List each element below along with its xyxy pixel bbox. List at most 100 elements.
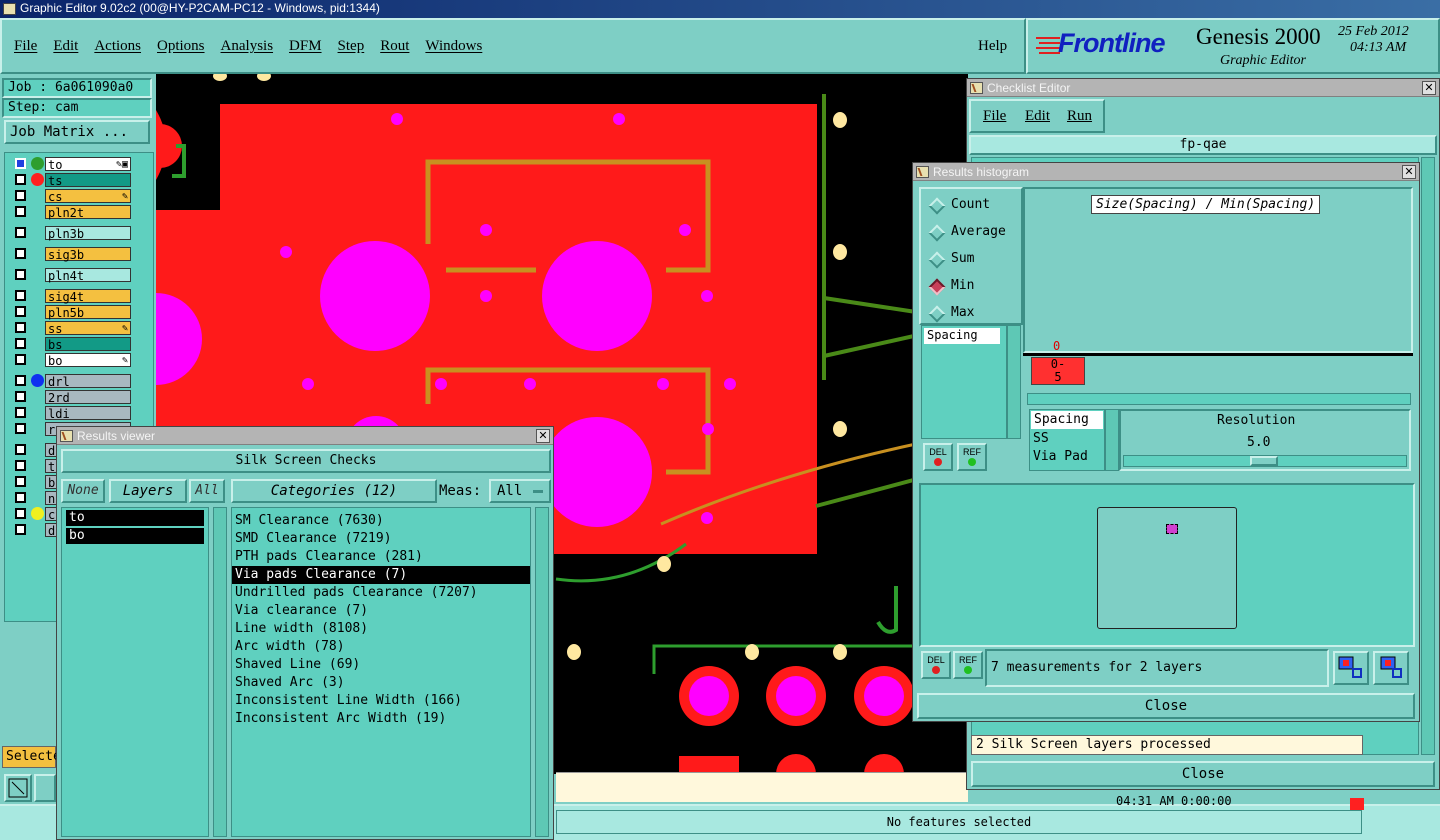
category-item[interactable]: Line width (8108)	[232, 620, 530, 638]
layer-checkbox[interactable]	[15, 227, 26, 238]
layer-name[interactable]: bo ✎	[45, 353, 131, 368]
layer-name[interactable]: ts	[45, 173, 131, 188]
snap-tool-button[interactable]	[4, 774, 32, 802]
layer-row-2rd[interactable]: 2rd	[13, 390, 131, 405]
job-matrix-button[interactable]: Job Matrix ...	[4, 120, 150, 144]
layer-item[interactable]: bo	[66, 528, 204, 544]
layer-checkbox[interactable]	[15, 476, 26, 487]
menu-file[interactable]: File	[14, 38, 37, 54]
mode-count[interactable]: Count	[928, 197, 1019, 215]
mode-sum[interactable]: Sum	[928, 251, 1019, 269]
layer-name[interactable]: to ✎▣	[45, 157, 131, 172]
ref-button[interactable]: REF	[957, 443, 987, 471]
layer-item[interactable]: to	[66, 510, 204, 526]
zoom-to-icon[interactable]	[1333, 651, 1369, 685]
layer-row-cs[interactable]: cs ✎	[13, 189, 131, 204]
layer-checkbox[interactable]	[15, 460, 26, 471]
close-icon[interactable]: ✕	[1422, 81, 1436, 95]
layer-checkbox[interactable]	[15, 407, 26, 418]
menu-analysis[interactable]: Analysis	[221, 38, 274, 54]
layer-row-bs[interactable]: bs	[13, 337, 131, 352]
category-item[interactable]: Shaved Arc (3)	[232, 674, 530, 692]
radio-icon[interactable]	[928, 278, 946, 296]
attribute-item[interactable]: Via Pad	[1030, 448, 1104, 466]
histogram-close-button[interactable]: Close	[917, 693, 1415, 719]
category-item[interactable]: Via clearance (7)	[232, 602, 530, 620]
layer-name[interactable]: ss ✎	[45, 321, 131, 336]
layer-name[interactable]: sig3b	[45, 247, 131, 262]
layer-checkbox[interactable]	[15, 322, 26, 333]
histogram-hscroll[interactable]	[1027, 393, 1411, 405]
layer-row-ss[interactable]: ss ✎	[13, 321, 131, 336]
layer-name[interactable]: pln5b	[45, 305, 131, 320]
close-icon[interactable]: ✕	[536, 429, 550, 443]
radio-icon[interactable]	[928, 251, 946, 269]
layer-row-ldi[interactable]: ldi	[13, 406, 131, 421]
checklist-scrollbar[interactable]	[1421, 157, 1435, 755]
layer-name[interactable]: pln2t	[45, 205, 131, 220]
mode-average[interactable]: Average	[928, 224, 1019, 242]
attribute-item[interactable]: SS	[1030, 430, 1104, 448]
layer-checkbox[interactable]	[15, 524, 26, 535]
layer-checkbox[interactable]	[15, 206, 26, 217]
bottom-del-button[interactable]: DEL	[921, 651, 951, 679]
none-button[interactable]: None	[61, 479, 105, 503]
category-item[interactable]: Via pads Clearance (7)	[232, 566, 530, 584]
bottom-ref-button[interactable]: REF	[953, 651, 983, 679]
layer-row-pln2t[interactable]: pln2t	[13, 205, 131, 220]
layer-name[interactable]: pln3b	[45, 226, 131, 241]
layer-checkbox[interactable]	[15, 158, 26, 169]
layer-checkbox[interactable]	[15, 423, 26, 434]
help-menu[interactable]: Help	[978, 38, 1007, 55]
resolution-slider[interactable]	[1123, 455, 1407, 467]
layer-checkbox[interactable]	[15, 174, 26, 185]
radio-icon[interactable]	[928, 197, 946, 215]
layer-checkbox[interactable]	[15, 354, 26, 365]
layer-checkbox[interactable]	[15, 492, 26, 503]
menu-step[interactable]: Step	[338, 38, 365, 54]
checklist-menu-run[interactable]: Run	[1067, 108, 1092, 125]
menu-edit[interactable]: Edit	[53, 38, 78, 54]
layers-button[interactable]: Layers	[109, 479, 187, 503]
layer-checkbox[interactable]	[15, 248, 26, 259]
layer-name[interactable]: ldi	[45, 406, 131, 421]
menu-rout[interactable]: Rout	[380, 38, 409, 54]
resolution-slider-thumb[interactable]	[1250, 456, 1278, 466]
category-item[interactable]: PTH pads Clearance (281)	[232, 548, 530, 566]
layer-checkbox[interactable]	[15, 290, 26, 301]
right-list-scrollbar[interactable]	[1105, 409, 1119, 471]
category-item[interactable]: Shaved Line (69)	[232, 656, 530, 674]
category-item[interactable]: Inconsistent Arc Width (19)	[232, 710, 530, 728]
menu-actions[interactable]: Actions	[94, 38, 141, 54]
checklist-close-button[interactable]: Close	[971, 761, 1435, 787]
layer-checkbox[interactable]	[15, 190, 26, 201]
menu-dfm[interactable]: DFM	[289, 38, 322, 54]
layer-name[interactable]: sig4t	[45, 289, 131, 304]
category-item[interactable]: SMD Clearance (7219)	[232, 530, 530, 548]
all-button[interactable]: All	[189, 479, 225, 503]
layer-row-sig3b[interactable]: sig3b	[13, 247, 131, 262]
layer-checkbox[interactable]	[15, 306, 26, 317]
layer-checkbox[interactable]	[15, 444, 26, 455]
radio-icon[interactable]	[928, 224, 946, 242]
layer-checkbox[interactable]	[15, 391, 26, 402]
layer-row-ts[interactable]: ts	[13, 173, 131, 188]
layer-name[interactable]: 2rd	[45, 390, 131, 405]
layer-name[interactable]: cs ✎	[45, 189, 131, 204]
layer-name[interactable]: pln4t	[45, 268, 131, 283]
layer-checkbox[interactable]	[15, 375, 26, 386]
layer-row-sig4t[interactable]: sig4t	[13, 289, 131, 304]
checklist-menu-file[interactable]: File	[983, 108, 1006, 125]
categories-list-scrollbar[interactable]	[535, 507, 549, 837]
checklist-menu-edit[interactable]: Edit	[1025, 108, 1050, 125]
layer-row-bo[interactable]: bo ✎	[13, 353, 131, 368]
measure-tool-button[interactable]	[34, 774, 56, 802]
layer-row-pln3b[interactable]: pln3b	[13, 226, 131, 241]
meas-dropdown[interactable]: All	[489, 479, 551, 503]
close-icon[interactable]: ✕	[1402, 165, 1416, 179]
layer-name[interactable]: bs	[45, 337, 131, 352]
categories-button[interactable]: Categories (12)	[231, 479, 437, 503]
category-item[interactable]: Undrilled pads Clearance (7207)	[232, 584, 530, 602]
menu-windows[interactable]: Windows	[425, 38, 482, 54]
category-item[interactable]: Inconsistent Line Width (166)	[232, 692, 530, 710]
